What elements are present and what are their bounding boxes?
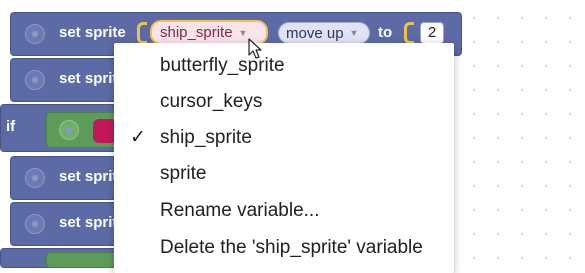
- set-sprite-label: set sprite: [59, 24, 126, 41]
- menu-item-label: Rename variable...: [160, 200, 320, 221]
- menu-item-label: ship_sprite: [160, 127, 252, 148]
- set-sprite-block-4[interactable]: set sprit: [10, 202, 120, 246]
- menu-item-delete-variable[interactable]: Delete the 'ship_sprite' variable: [114, 230, 454, 266]
- mouse-cursor-icon: [248, 38, 262, 59]
- value-slot-bracket: [404, 22, 414, 44]
- gear-icon[interactable]: [25, 24, 45, 44]
- set-sprite-block-3[interactable]: set sprit: [10, 156, 120, 200]
- set-sprite-label: set sprit: [59, 168, 118, 185]
- if-condition-block[interactable]: [46, 112, 120, 148]
- menu-item-butterfly-sprite[interactable]: butterfly_sprite: [114, 48, 454, 84]
- if-condition-block-partial[interactable]: [46, 252, 120, 268]
- dropdown-caret-icon: ▼: [238, 27, 248, 38]
- number-input[interactable]: 2: [420, 22, 444, 44]
- checkmark-icon: ✓: [130, 127, 146, 148]
- menu-item-label: sprite: [160, 163, 207, 184]
- gear-icon[interactable]: [25, 214, 45, 234]
- direction-dropdown[interactable]: move up ▼: [278, 22, 370, 44]
- menu-item-cursor-keys[interactable]: cursor_keys: [114, 84, 454, 120]
- menu-item-rename-variable[interactable]: Rename variable...: [114, 193, 454, 229]
- dropdown-caret-icon: ▼: [349, 28, 359, 38]
- gear-icon[interactable]: [59, 120, 79, 140]
- menu-item-sprite[interactable]: sprite: [114, 156, 454, 192]
- variable-dropdown-menu: butterfly_sprite cursor_keys ✓ ship_spri…: [114, 43, 454, 273]
- set-sprite-label: set sprit: [59, 70, 118, 87]
- set-sprite-block-2[interactable]: set sprit: [10, 58, 120, 102]
- if-label: if: [6, 118, 16, 135]
- menu-item-label: Delete the 'ship_sprite' variable: [160, 237, 423, 258]
- direction-dropdown-value: move up: [286, 24, 344, 42]
- menu-item-label: butterfly_sprite: [160, 55, 285, 76]
- gear-icon[interactable]: [25, 168, 45, 188]
- menu-item-label: cursor_keys: [160, 91, 263, 112]
- gear-icon[interactable]: [25, 70, 45, 90]
- to-label: to: [378, 24, 393, 41]
- set-sprite-label: set sprit: [59, 214, 118, 231]
- variable-highlight-bracket: [137, 22, 147, 44]
- menu-item-ship-sprite[interactable]: ✓ ship_sprite: [114, 120, 454, 156]
- variable-dropdown-value: ship_sprite: [160, 24, 233, 41]
